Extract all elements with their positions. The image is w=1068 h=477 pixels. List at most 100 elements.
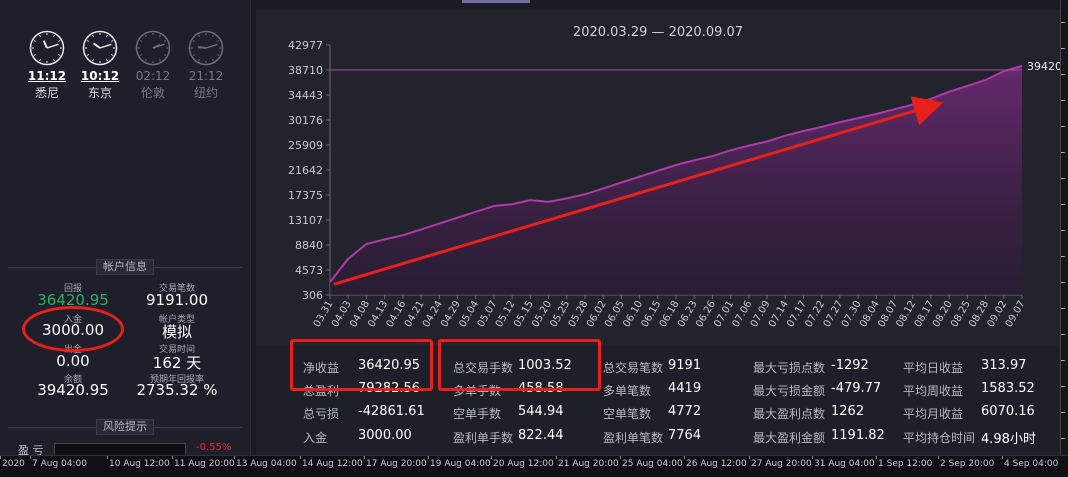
scale-mark bbox=[1061, 282, 1065, 283]
y-tick-label: 38710 bbox=[288, 64, 323, 77]
scale-mark bbox=[1061, 74, 1065, 75]
stat-value: 7764 bbox=[668, 428, 702, 443]
time-tick-mark bbox=[749, 456, 750, 459]
right-scale-strip bbox=[1060, 0, 1068, 455]
time-tick-label: 19 Aug 04:00 bbox=[430, 459, 491, 469]
clock-city: 悉尼 bbox=[34, 86, 59, 100]
highlight-lots-box bbox=[438, 339, 601, 391]
time-tick-mark bbox=[172, 456, 173, 459]
highlight-deposit-oval bbox=[22, 306, 124, 352]
clock-icon bbox=[27, 30, 67, 66]
stat-value: -42861.61 bbox=[358, 404, 425, 419]
y-tick-label: 30176 bbox=[288, 114, 323, 127]
stat-value: 9191 bbox=[668, 358, 702, 373]
time-tick-label: 20 Aug 12:00 bbox=[493, 459, 554, 469]
scale-mark bbox=[1061, 126, 1065, 127]
balance-value: 39420.95 bbox=[37, 381, 109, 399]
time-tick-label: 7 Aug 04:00 bbox=[32, 459, 87, 469]
stat-label: 最大盈利金额 bbox=[753, 431, 826, 445]
stat-value: 4419 bbox=[668, 381, 702, 396]
stat-label: 空单手数 bbox=[453, 407, 502, 421]
time-tick-label: 13 Aug 04:00 bbox=[236, 459, 297, 469]
time-tick-mark bbox=[491, 456, 492, 459]
time-tick-mark bbox=[107, 456, 108, 459]
account-type-value: 模拟 bbox=[161, 323, 192, 341]
stat-value: 1583.52 bbox=[981, 381, 1035, 396]
time-tick-mark bbox=[938, 456, 939, 459]
clock-time: 02:12 bbox=[135, 69, 171, 83]
stat-value: 822.44 bbox=[518, 428, 564, 443]
clock-city: 纽约 bbox=[193, 86, 218, 100]
stat-label: 平均周收益 bbox=[903, 384, 964, 398]
scale-mark bbox=[1061, 178, 1065, 179]
clock-time: 10:12 bbox=[80, 69, 120, 83]
clock-city: 东京 bbox=[87, 86, 112, 100]
stat-label: 最大亏损点数 bbox=[753, 361, 826, 375]
y-tick-label: 4573 bbox=[295, 264, 323, 277]
scale-mark bbox=[1061, 386, 1065, 387]
scale-mark bbox=[1061, 22, 1065, 23]
time-tick-label: 26 Aug 12:00 bbox=[686, 459, 747, 469]
time-tick-label: 17 Aug 20:00 bbox=[366, 459, 427, 469]
y-tick-label: 42977 bbox=[288, 39, 323, 52]
trades-value: 9191.00 bbox=[145, 291, 209, 309]
stat-value: 4772 bbox=[668, 404, 702, 419]
time-tick-label: 21 Aug 20:00 bbox=[558, 459, 619, 469]
scale-mark bbox=[1061, 152, 1065, 153]
chart-canvas: 42977 38710 34443 30176 25909 21642 17375 13107… bbox=[288, 39, 1060, 329]
time-tick-mark bbox=[812, 456, 813, 459]
time-tick-label: 1 Sep 12:00 bbox=[878, 459, 933, 469]
time-tick-mark bbox=[428, 456, 429, 459]
equity-area bbox=[330, 65, 1022, 295]
clock-icon bbox=[80, 30, 120, 66]
risk-header: 风险提示 bbox=[0, 419, 250, 435]
stat-value: -1292 bbox=[831, 358, 869, 373]
account-info-title: 帐户信息 bbox=[96, 259, 154, 275]
time-tick-label: 2 Sep 20:00 bbox=[940, 459, 995, 469]
stat-label: 多单笔数 bbox=[603, 384, 652, 398]
stat-label: 平均日收益 bbox=[903, 361, 964, 375]
stat-label: 空单笔数 bbox=[603, 407, 652, 421]
time-tick-mark bbox=[30, 456, 31, 459]
time-tick-mark bbox=[234, 456, 235, 459]
clock-1: 10:12 东京 bbox=[80, 30, 120, 101]
clock-icon bbox=[186, 30, 226, 66]
stat-value: 3000.00 bbox=[358, 428, 412, 443]
time-tick-label: 25 Aug 04:00 bbox=[622, 459, 683, 469]
clock-time: 11:12 bbox=[27, 69, 67, 83]
time-tick-mark bbox=[556, 456, 557, 459]
active-tab-indicator bbox=[462, 0, 530, 3]
clock-2: 02:12 伦敦 bbox=[133, 30, 173, 101]
time-tick-label: 27 Aug 20:00 bbox=[751, 459, 812, 469]
scale-mark bbox=[1061, 100, 1065, 101]
time-tick-label: 10 Aug 12:00 bbox=[109, 459, 170, 469]
stat-value: 1191.82 bbox=[831, 428, 885, 443]
clock-time: 21:12 bbox=[188, 69, 224, 83]
scale-mark bbox=[1061, 360, 1065, 361]
stat-label: 最大亏损金额 bbox=[753, 384, 826, 398]
time-tick-mark bbox=[364, 456, 365, 459]
scale-mark bbox=[1061, 204, 1065, 205]
stat-label: 平均持仓时间 bbox=[903, 431, 976, 445]
stat-label: 盈利单笔数 bbox=[603, 431, 664, 445]
stat-value: -479.77 bbox=[831, 381, 882, 396]
stat-label: 平均月收益 bbox=[903, 407, 964, 421]
time-tick-mark bbox=[876, 456, 877, 459]
scale-mark bbox=[1061, 256, 1065, 257]
time-tick-mark bbox=[684, 456, 685, 459]
risk-title: 风险提示 bbox=[96, 419, 154, 435]
time-tick-label: 31 Aug 04:00 bbox=[814, 459, 875, 469]
annual-return-value: 2735.32 % bbox=[136, 381, 218, 399]
stat-value: 1262 bbox=[831, 404, 865, 419]
scale-mark bbox=[1061, 438, 1065, 439]
stat-value: 6070.16 bbox=[981, 404, 1035, 419]
y-tick-label: 8840 bbox=[295, 239, 323, 252]
left-panel: 11:12 悉尼 10:12 东京 02:12 伦敦 21:12 纽约 帐户信息 回报 364… bbox=[0, 0, 251, 457]
scale-mark bbox=[1061, 308, 1065, 309]
time-tick-mark bbox=[0, 456, 1, 459]
scale-mark bbox=[1061, 334, 1065, 335]
time-tick-label: 14 Aug 12:00 bbox=[302, 459, 363, 469]
time-axis: 2020 7 Aug 04:00 10 Aug 12:00 11 Aug 20:00 1… bbox=[0, 455, 1068, 477]
stat-label: 最大盈利点数 bbox=[753, 407, 826, 421]
time-tick-mark bbox=[1002, 456, 1003, 459]
